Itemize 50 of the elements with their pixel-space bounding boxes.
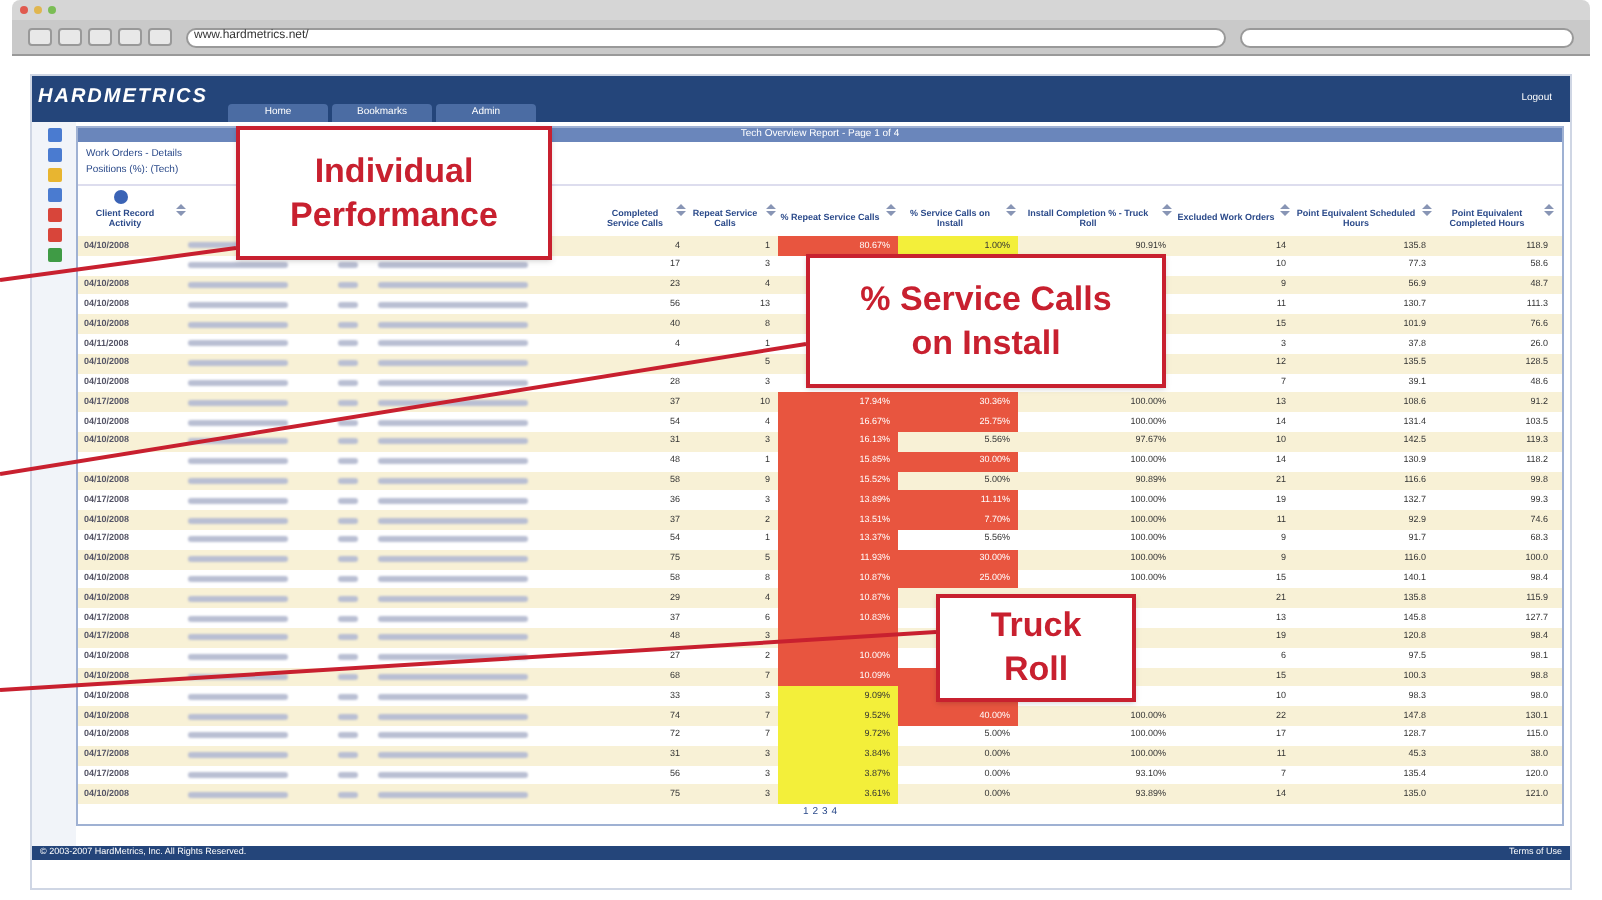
info-icon[interactable] bbox=[114, 190, 128, 204]
forward-button[interactable] bbox=[58, 28, 82, 46]
back-button[interactable] bbox=[28, 28, 52, 46]
blurred-text bbox=[188, 262, 288, 269]
blurred-text bbox=[188, 556, 288, 563]
blurred-text bbox=[188, 399, 288, 406]
blurred-text bbox=[188, 595, 288, 602]
sort-icon[interactable] bbox=[176, 203, 186, 215]
reload-button[interactable] bbox=[88, 28, 112, 46]
blurred-text bbox=[188, 536, 288, 543]
blurred-text bbox=[188, 477, 288, 484]
blurred-text bbox=[188, 379, 288, 386]
blurred-text bbox=[188, 458, 288, 465]
close-icon[interactable] bbox=[20, 6, 28, 14]
blurred-text bbox=[188, 517, 288, 524]
callout: Truck Roll bbox=[936, 594, 1136, 702]
blurred-text bbox=[188, 419, 288, 426]
sort-icon[interactable] bbox=[1422, 203, 1432, 215]
sort-icon[interactable] bbox=[766, 203, 776, 215]
blurred-text bbox=[188, 438, 288, 445]
sort-icon[interactable] bbox=[676, 203, 686, 215]
sort-icon[interactable] bbox=[1162, 203, 1172, 215]
sort-icon[interactable] bbox=[1544, 203, 1554, 215]
blurred-text bbox=[188, 673, 288, 680]
blurred-text bbox=[188, 771, 288, 778]
logo: HARDMETRICS bbox=[38, 84, 210, 112]
blurred-text bbox=[188, 634, 288, 641]
blurred-text bbox=[188, 615, 288, 622]
blurred-text bbox=[188, 693, 288, 700]
stop-button[interactable] bbox=[118, 28, 142, 46]
blurred-text bbox=[188, 360, 288, 367]
blurred-text bbox=[188, 281, 288, 288]
blurred-text bbox=[188, 791, 288, 798]
callout: % Service Calls on Install bbox=[806, 254, 1166, 388]
blurred-text bbox=[188, 732, 288, 739]
sort-icon[interactable] bbox=[1280, 203, 1291, 215]
blurred-text bbox=[188, 713, 288, 720]
blurred-text bbox=[188, 752, 288, 759]
sort-icon[interactable] bbox=[1006, 203, 1016, 215]
sort-icon[interactable] bbox=[885, 203, 896, 215]
callout: Individual Performance bbox=[236, 126, 552, 260]
blurred-text bbox=[188, 497, 288, 504]
blurred-text bbox=[188, 340, 288, 347]
search-field[interactable] bbox=[1240, 27, 1574, 47]
maximize-icon[interactable] bbox=[48, 6, 56, 14]
home-button[interactable] bbox=[148, 28, 172, 46]
blurred-text bbox=[188, 301, 288, 308]
blurred-text bbox=[188, 321, 288, 328]
blurred-text bbox=[188, 654, 288, 661]
blurred-text bbox=[188, 575, 288, 582]
